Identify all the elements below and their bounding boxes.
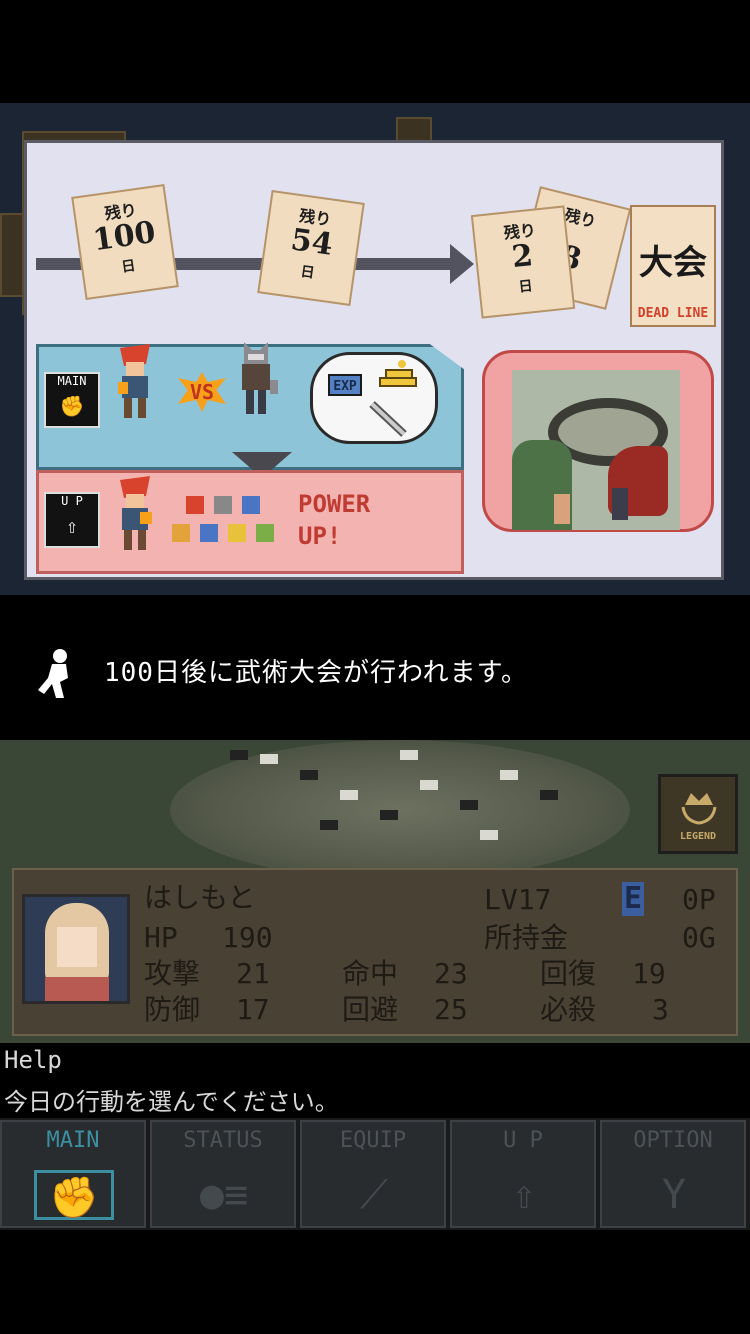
message-text: 100日後に武術大会が行われます。 xyxy=(104,658,529,688)
deadline-sign: 大会 DEAD LINE xyxy=(630,205,716,327)
hp-stat-icon xyxy=(186,496,204,514)
tab-option[interactable]: OPTION Y xyxy=(600,1120,746,1228)
tab-main[interactable]: MAIN ✊ xyxy=(0,1120,146,1228)
tab-status[interactable]: STATUS ●≡ xyxy=(150,1120,296,1228)
laurel-crown-icon xyxy=(681,793,717,825)
countdown-paper-54: 残り 54 日 xyxy=(257,189,365,307)
person-stats-icon: ●≡ xyxy=(199,1172,249,1218)
character-portrait[interactable] xyxy=(22,894,130,1004)
glove-icon: ✊ xyxy=(59,394,85,418)
wolf-enemy-sprite xyxy=(242,342,278,414)
accuracy-label: 命中 xyxy=(342,957,399,990)
money-label: 所持金 xyxy=(484,921,569,954)
timeline-arrow-icon xyxy=(450,244,474,284)
up-tag-label: U P xyxy=(61,494,83,508)
defense-label: 防御 xyxy=(144,993,201,1026)
help-title: Help xyxy=(4,1046,62,1074)
evasion-label: 回避 xyxy=(342,993,399,1026)
help-text: 今日の行動を選んでください。 xyxy=(4,1088,339,1116)
countdown-paper-100: 残り 100 日 xyxy=(71,183,179,301)
portrait-clothes xyxy=(45,977,109,1001)
evasion-value: 25 xyxy=(434,993,468,1026)
wrench-icon: Y xyxy=(661,1172,687,1218)
tab-up[interactable]: U P ⇧ xyxy=(450,1120,596,1228)
up-arrow-icon: ⇧ xyxy=(511,1172,537,1218)
hero-powered-sprite xyxy=(120,476,152,550)
portrait-face xyxy=(57,927,97,967)
main-tag-label: MAIN xyxy=(57,374,87,388)
power-up-line2: UP! xyxy=(298,522,342,550)
deadline-title: 大会 xyxy=(639,243,707,283)
arena-scene-image xyxy=(512,370,680,530)
evd-stat-icon xyxy=(200,524,218,542)
luk-stat-icon xyxy=(256,524,274,542)
tab-up-label: U P xyxy=(503,1128,543,1153)
recovery-value: 19 xyxy=(632,957,666,990)
running-person-icon xyxy=(38,649,68,698)
hero-sprite xyxy=(118,344,150,418)
money-value: 0G xyxy=(682,921,716,954)
main-tag: MAIN ✊ xyxy=(44,372,100,428)
defense-value: 17 xyxy=(236,993,270,1026)
up-arrow-icon: ⇧ xyxy=(65,514,79,538)
critical-label: 必殺 xyxy=(540,993,597,1026)
countdown-paper-2: 残り 2 日 xyxy=(470,205,576,319)
rank-grade: E xyxy=(622,881,644,916)
tab-equip[interactable]: EQUIP ⟋ xyxy=(300,1120,446,1228)
up-tag: U P ⇧ xyxy=(44,492,100,548)
level-label: LV17 xyxy=(484,883,552,916)
tab-equip-label: EQUIP xyxy=(339,1128,407,1153)
critical-value: 3 xyxy=(652,993,669,1026)
power-up-text: POWER UP! xyxy=(298,488,408,552)
recovery-label: 回復 xyxy=(540,957,597,990)
island-terrain xyxy=(170,740,630,880)
attack-value: 21 xyxy=(236,957,270,990)
tab-main-label: MAIN xyxy=(46,1128,100,1153)
sword-icon: ⟋ xyxy=(360,1172,388,1218)
deadline-label: DEAD LINE xyxy=(637,306,709,321)
hp-value: 190 xyxy=(222,921,273,954)
tab-status-label: STATUS xyxy=(183,1128,263,1153)
dex-stat-icon xyxy=(172,524,190,542)
accuracy-value: 23 xyxy=(434,957,468,990)
timeline-bar-end xyxy=(420,258,452,270)
fighter-sprite-2 xyxy=(612,488,628,520)
character-name: はしもと xyxy=(144,881,256,914)
legend-label: LEGEND xyxy=(679,831,717,842)
points-value: 0P xyxy=(682,883,716,916)
power-up-line1: POWER xyxy=(298,490,371,518)
fighter-sprite-1 xyxy=(554,494,570,524)
hp-label: HP xyxy=(144,921,178,954)
attack-label: 攻撃 xyxy=(144,957,201,990)
str-stat-icon xyxy=(214,496,232,514)
hel-stat-icon xyxy=(228,524,246,542)
tab-option-label: OPTION xyxy=(633,1128,713,1153)
gold-coins-icon xyxy=(379,360,417,387)
glove-icon: ✊ xyxy=(34,1170,114,1221)
paper-day: 日 xyxy=(517,278,534,296)
sword-reward-icon xyxy=(369,401,407,437)
def-stat-icon xyxy=(242,496,260,514)
legend-badge-button[interactable]: LEGEND xyxy=(658,774,738,854)
exp-badge: EXP xyxy=(328,374,362,396)
